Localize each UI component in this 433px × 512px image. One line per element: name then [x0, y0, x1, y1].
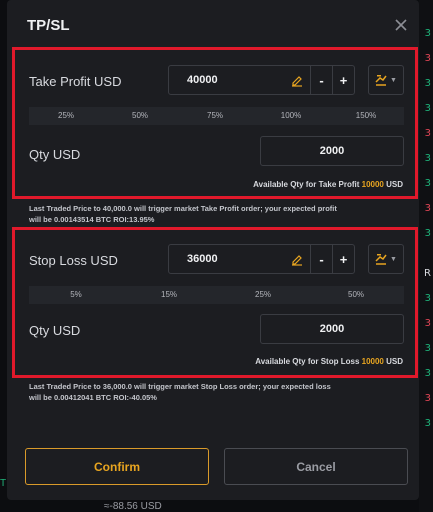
close-icon[interactable] [392, 16, 410, 34]
take-profit-note: Last Traded Price to 40,000.0 will trigg… [29, 203, 337, 225]
note-line: will be 0.00412041 BTC ROI:-40.05% [29, 393, 157, 402]
stop-loss-available-qty: Available Qty for Stop Loss 10000 USD [255, 357, 403, 366]
take-profit-percentage-bar: 25% 50% 75% 100% 150% [29, 107, 404, 125]
background-price-digit: 3 [424, 318, 431, 329]
confirm-button[interactable]: Confirm [25, 448, 209, 485]
stop-loss-pct-option[interactable]: 25% [255, 290, 271, 299]
take-profit-qty-input[interactable]: 2000 [260, 136, 404, 166]
chevron-down-icon: ▼ [390, 255, 397, 263]
note-line: will be 0.00143514 BTC ROI:13.95% [29, 215, 155, 224]
stop-loss-qty-value: 2000 [319, 323, 345, 335]
stop-loss-decrement-button[interactable]: - [310, 245, 332, 273]
available-unit: USD [386, 357, 403, 366]
background-price-digit: 3 [424, 418, 431, 429]
take-profit-price-input[interactable]: 40000 - + [168, 65, 355, 95]
background-left-panel [0, 0, 6, 512]
tpsl-dialog: TP/SL Take Profit USD 40000 - + ▼ 25% 50… [7, 0, 419, 500]
available-prefix: Available Qty for Take Profit [253, 180, 360, 189]
take-profit-label: Take Profit USD [29, 74, 122, 89]
stop-loss-qty-label: Qty USD [29, 323, 81, 338]
take-profit-pct-option[interactable]: 75% [207, 111, 223, 120]
background-price-digit: 3 [424, 203, 431, 214]
take-profit-pct-option[interactable]: 50% [132, 111, 148, 120]
available-amount: 10000 [361, 180, 384, 189]
take-profit-qty-label: Qty USD [29, 147, 81, 162]
stop-loss-order-mode-button[interactable]: ▼ [368, 244, 404, 274]
background-price-digit: 3 [424, 343, 431, 354]
stop-loss-label: Stop Loss USD [29, 253, 118, 268]
take-profit-price-value: 40000 [187, 74, 218, 86]
background-left-label: T [0, 478, 7, 489]
background-right-letter: R [424, 268, 431, 279]
order-mode-icon [375, 254, 387, 265]
stop-loss-percentage-bar: 5% 15% 25% 50% [29, 286, 404, 304]
background-right-panel [419, 0, 433, 512]
available-prefix: Available Qty for Stop Loss [255, 357, 360, 366]
stop-loss-pct-option[interactable]: 5% [70, 290, 82, 299]
stop-loss-pct-option[interactable]: 50% [348, 290, 364, 299]
note-line: Last Traded Price to 40,000.0 will trigg… [29, 204, 337, 213]
background-price-digit: 3 [424, 153, 431, 164]
background-price-digit: 3 [424, 293, 431, 304]
stop-loss-increment-button[interactable]: + [332, 245, 354, 273]
take-profit-pct-option[interactable]: 25% [58, 111, 74, 120]
background-price-digit: 3 [424, 393, 431, 404]
stop-loss-price-input[interactable]: 36000 - + [168, 244, 355, 274]
background-price-digit: 3 [424, 28, 431, 39]
background-price-digit: 3 [424, 128, 431, 139]
dialog-title: TP/SL [27, 17, 70, 34]
order-mode-icon [375, 75, 387, 86]
background-price-digit: 3 [424, 178, 431, 189]
take-profit-available-qty: Available Qty for Take Profit 10000 USD [253, 180, 403, 189]
background-price-digit: 3 [424, 228, 431, 239]
background-price-digit: 3 [424, 78, 431, 89]
background-footer-value: ≈-88.56 USD [104, 501, 162, 512]
note-line: Last Traded Price to 36,000.0 will trigg… [29, 382, 331, 391]
cancel-button[interactable]: Cancel [224, 448, 408, 485]
take-profit-pct-option[interactable]: 100% [281, 111, 301, 120]
available-amount: 10000 [361, 357, 384, 366]
available-unit: USD [386, 180, 403, 189]
chevron-down-icon: ▼ [390, 76, 397, 84]
take-profit-pct-option[interactable]: 150% [356, 111, 376, 120]
background-price-digit: 3 [424, 368, 431, 379]
pencil-icon[interactable] [290, 252, 304, 266]
background-price-digit: 3 [424, 103, 431, 114]
background-price-digit: 3 [424, 53, 431, 64]
take-profit-decrement-button[interactable]: - [310, 66, 332, 94]
stop-loss-note: Last Traded Price to 36,000.0 will trigg… [29, 381, 331, 403]
stop-loss-qty-input[interactable]: 2000 [260, 314, 404, 344]
stop-loss-pct-option[interactable]: 15% [161, 290, 177, 299]
pencil-icon[interactable] [290, 73, 304, 87]
take-profit-order-mode-button[interactable]: ▼ [368, 65, 404, 95]
take-profit-increment-button[interactable]: + [332, 66, 354, 94]
stop-loss-price-value: 36000 [187, 253, 218, 265]
take-profit-qty-value: 2000 [319, 145, 345, 157]
